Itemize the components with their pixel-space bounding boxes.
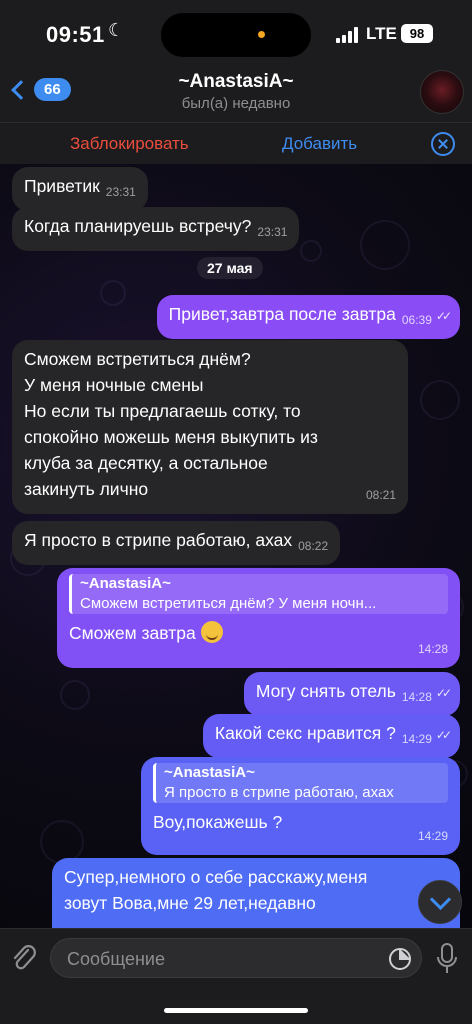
scroll-down-button[interactable] (418, 880, 462, 924)
message-line: зовут Вова,мне 29 лет,недавно (64, 893, 316, 913)
dynamic-island (161, 13, 311, 57)
message-time: 06:39 (401, 313, 432, 327)
double-check-icon: ✓✓ (435, 686, 452, 700)
message-text: Воу,покажешь ? (153, 812, 283, 832)
double-check-icon: ✓✓ (435, 309, 452, 323)
message-text: Привет,завтра после завтра (168, 304, 396, 324)
message-time: 08:21 (365, 488, 396, 502)
clock: 09:51 (46, 22, 105, 47)
message-line: Но если ты предлагаешь сотку, то (24, 401, 301, 421)
chat-title[interactable]: ~AnastasiA~ (0, 71, 472, 93)
message-line: У меня ночные смены (24, 375, 204, 395)
reply-text: Сможем встретиться днём? У меня ночн... (80, 595, 377, 612)
message-text: Сможем завтра (69, 623, 196, 643)
message-text: Когда планируешь встречу? (24, 216, 252, 236)
reply-text: Я просто в стрипе работаю, ахах (164, 784, 394, 801)
message-line: клуба за десятку, а остальное (24, 453, 268, 473)
moon-icon: ☾ (108, 20, 125, 40)
message-text: Могу снять отель (255, 681, 396, 701)
battery-icon: 98 (401, 24, 433, 43)
reply-author: ~AnastasiA~ (80, 575, 171, 592)
incoming-message[interactable]: Сможем встретиться днём? У меня ночные с… (12, 340, 408, 514)
last-seen-status: был(а) недавно (181, 95, 291, 112)
message-time: 14:28 (417, 642, 448, 656)
message-input-field[interactable] (50, 938, 422, 978)
reply-author: ~AnastasiA~ (164, 764, 255, 781)
message-input[interactable] (67, 947, 377, 971)
message-text: Я просто в стрипе работаю, ахах (24, 530, 293, 550)
message-time: 14:29 (401, 732, 432, 746)
date-separator: 27 мая (197, 257, 263, 279)
outgoing-reply-message[interactable]: ~AnastasiA~ Я просто в стрипе работаю, а… (141, 757, 460, 855)
message-line: Супер,немного о себе расскажу,меня (64, 867, 368, 887)
block-button[interactable]: Заблокировать (70, 134, 189, 154)
message-line: спокойно можешь меня выкупить из (24, 427, 318, 447)
outgoing-message[interactable]: Привет,завтра после завтра 06:39 ✓✓ (156, 295, 460, 339)
contact-action-bar: Заблокировать Добавить (0, 122, 472, 164)
message-time: 14:29 (417, 829, 448, 843)
reply-quote[interactable]: ~AnastasiA~ Сможем встретиться днём? У м… (69, 574, 448, 614)
message-line: закинуть лично (24, 479, 149, 499)
message-time: 23:31 (105, 185, 136, 199)
double-check-icon: ✓✓ (435, 728, 452, 742)
outgoing-message[interactable]: Супер,немного о себе расскажу,меня зовут… (52, 858, 460, 928)
privacy-indicator-icon (258, 31, 265, 38)
outgoing-message[interactable]: Могу снять отель 14:28 ✓✓ (243, 672, 460, 716)
reply-quote[interactable]: ~AnastasiA~ Я просто в стрипе работаю, а… (153, 763, 448, 803)
add-contact-button[interactable]: Добавить (282, 134, 357, 154)
message-text: Приветик (24, 176, 100, 196)
signal-icon (336, 27, 358, 43)
message-time: 23:31 (257, 225, 288, 239)
paperclip-icon[interactable] (10, 943, 38, 973)
microphone-icon[interactable] (436, 943, 458, 975)
outgoing-reply-message[interactable]: ~AnastasiA~ Сможем встретиться днём? У м… (57, 568, 460, 668)
close-icon[interactable] (431, 132, 455, 156)
chat-header: 66 ~AnastasiA~ был(а) недавно (0, 66, 472, 122)
message-time: 14:28 (401, 690, 432, 704)
smiling-sweat-emoji-icon (200, 621, 223, 643)
sticker-icon[interactable] (388, 947, 412, 971)
incoming-message[interactable]: Приветик 23:31 (12, 167, 148, 211)
status-bar: 09:51 ☾ LTE 98 (0, 0, 472, 66)
home-indicator (164, 1008, 308, 1013)
message-time: 08:22 (298, 539, 329, 553)
network-type: LTE (366, 24, 397, 43)
message-line: Сможем встретиться днём? (24, 349, 251, 369)
incoming-message[interactable]: Когда планируешь встречу? 23:31 (12, 207, 300, 251)
message-text: Какой секс нравится ? (214, 723, 396, 743)
avatar[interactable] (420, 70, 464, 114)
incoming-message[interactable]: Я просто в стрипе работаю, ахах 08:22 (12, 521, 341, 565)
outgoing-message[interactable]: Какой секс нравится ? 14:29 ✓✓ (202, 714, 460, 758)
